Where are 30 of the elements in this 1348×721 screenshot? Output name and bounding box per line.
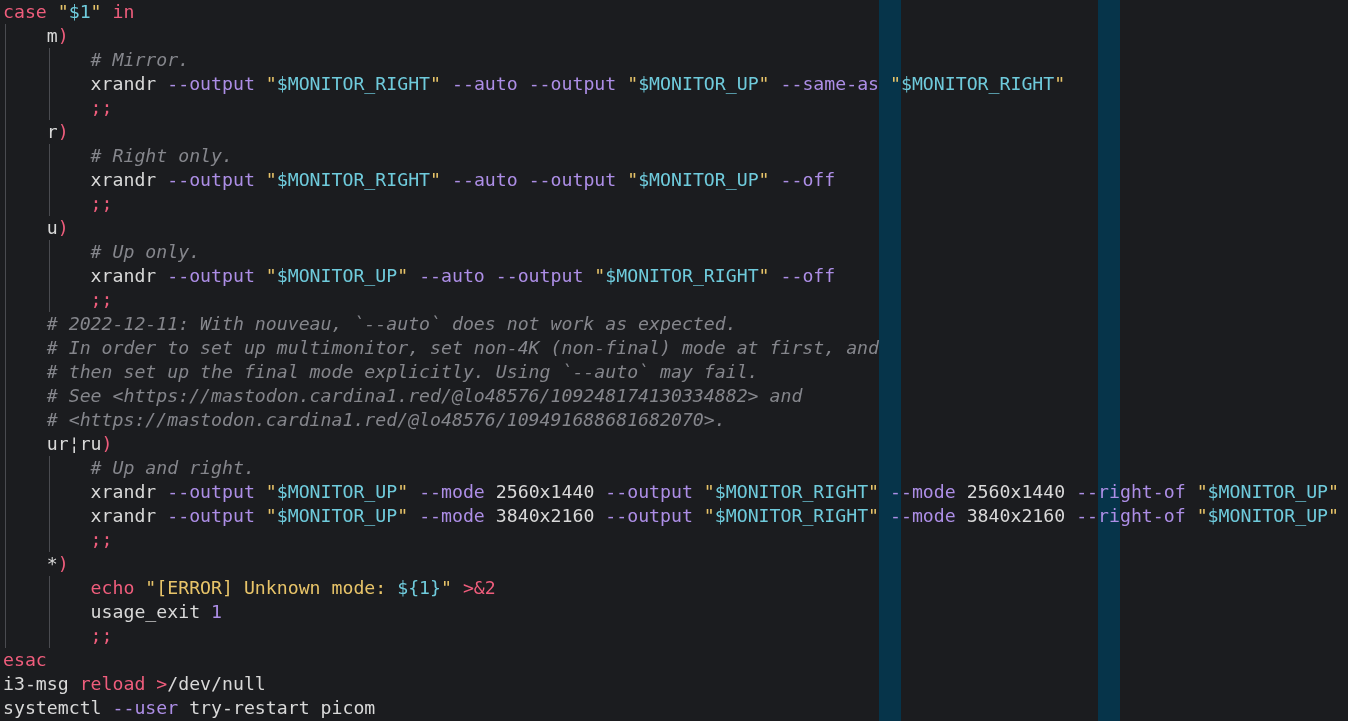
code-line: r) — [46, 120, 69, 144]
code-line: xrandr --output "$MONITOR_RIGHT" --auto --output "$MONITOR_UP" --same-as "$MONITOR_RIGHT" — [90, 72, 1066, 96]
code-line: *) — [46, 552, 69, 576]
code-line: # Right only. — [90, 144, 233, 168]
code-line: systemctl --user try-restart picom — [3, 696, 376, 720]
code-line: ur¦ru) — [46, 432, 113, 456]
code-line: # then set up the final mode explicitly. Using `--auto` may fail. — [46, 360, 759, 384]
code-line: # Up only. — [90, 240, 201, 264]
code-line: # Mirror. — [90, 48, 190, 72]
code-line: # <https://mastodon.cardina1.red/@lo48576/109491688681682070>. — [46, 408, 726, 432]
code-line: usage_exit 1 — [90, 600, 222, 624]
code-line: ;; — [90, 192, 113, 216]
code-line: ;; — [90, 96, 113, 120]
code-line: u) — [46, 216, 69, 240]
code-line: # Up and right. — [90, 456, 255, 480]
code-line: case "$1" in — [3, 0, 135, 24]
code-line: ;; — [90, 528, 113, 552]
code-line: m) — [46, 24, 69, 48]
code-line: echo "[ERROR] Unknown mode: ${1}" >&2 — [90, 576, 496, 600]
code-line: xrandr --output "$MONITOR_RIGHT" --auto --output "$MONITOR_UP" --off — [90, 168, 836, 192]
code-line: xrandr --output "$MONITOR_UP" --mode 2560x1440 --output "$MONITOR_RIGHT" --mode 2560x1440 --right-of "$MONITOR_UP" — [90, 480, 1339, 504]
code-line: ;; — [90, 624, 113, 648]
code-line: i3-msg reload >/dev/null — [3, 672, 266, 696]
code-line: # See <https://mastodon.cardina1.red/@lo48576/109248174130334882> and — [46, 384, 803, 408]
code-line: xrandr --output "$MONITOR_UP" --mode 3840x2160 --output "$MONITOR_RIGHT" --mode 3840x2160 --right-of "$MONITOR_UP" — [90, 504, 1339, 528]
code-line: ;; — [90, 288, 113, 312]
code-line: # In order to set up multimonitor, set non-4K (non-final) mode at first, and — [46, 336, 879, 360]
code-line: # 2022-12-11: With nouveau, `--auto` does not work as expected. — [46, 312, 737, 336]
code-line: esac — [3, 648, 47, 672]
code-line: xrandr --output "$MONITOR_UP" --auto --output "$MONITOR_RIGHT" --off — [90, 264, 836, 288]
